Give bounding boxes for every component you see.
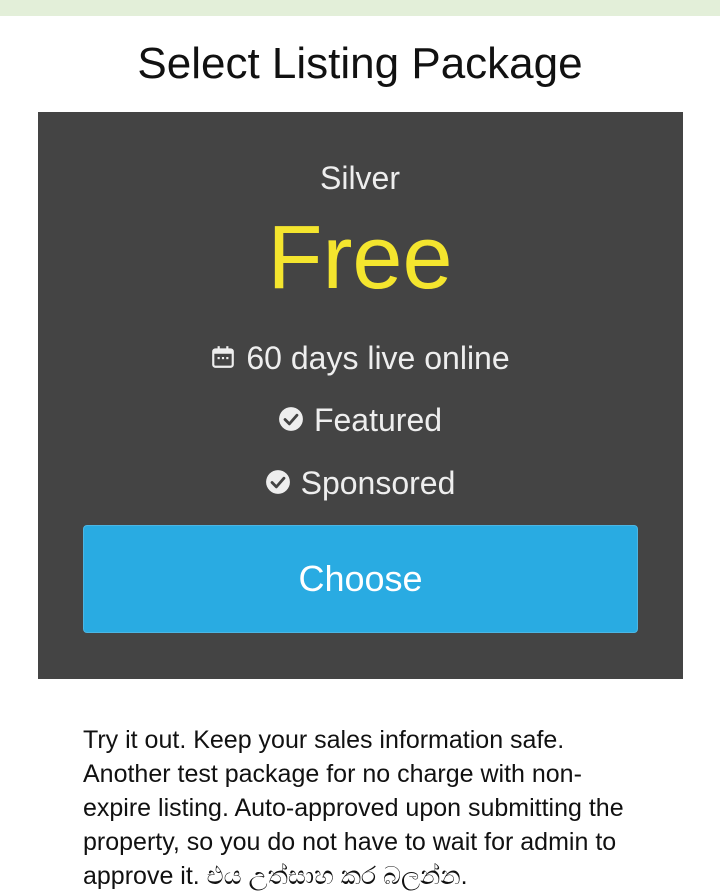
feature-label: Sponsored	[300, 465, 456, 501]
calendar-icon	[210, 341, 236, 377]
check-circle-icon	[265, 466, 291, 502]
feature-label: 60 days live online	[246, 340, 510, 376]
feature-sponsored: Sponsored	[0, 465, 720, 504]
check-circle-icon	[278, 403, 304, 439]
feature-live-duration: 60 days live online	[0, 340, 720, 379]
page-title: Select Listing Package	[137, 39, 583, 88]
feature-label: Featured	[313, 402, 443, 438]
feature-featured: Featured	[0, 402, 720, 441]
choose-button[interactable]: Choose	[83, 525, 638, 633]
package-price: Free	[267, 208, 453, 308]
top-strip	[0, 0, 720, 16]
package-description: Try it out. Keep your sales information …	[83, 726, 624, 890]
package-tier: Silver	[319, 160, 400, 196]
